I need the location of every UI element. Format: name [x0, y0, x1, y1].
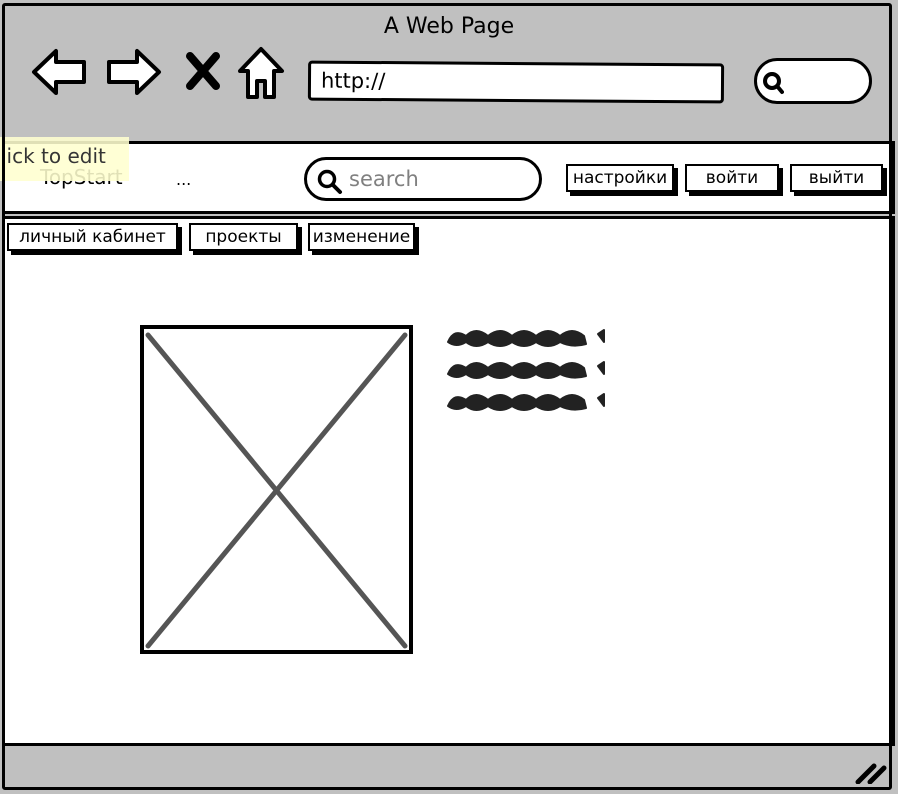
tab-changes[interactable]: изменение [308, 223, 415, 251]
settings-button[interactable]: настройки [566, 164, 674, 192]
close-icon[interactable] [186, 52, 220, 90]
tab-personal-account[interactable]: личный кабинет [7, 223, 178, 251]
browser-window: A Web Page http:// TopStart ... search [0, 0, 898, 794]
home-icon[interactable] [236, 45, 286, 101]
status-bar [5, 746, 891, 788]
search-placeholder: search [349, 167, 419, 191]
tab-projects[interactable]: проекты [189, 223, 298, 251]
search-icon [317, 169, 342, 194]
url-input[interactable]: http:// [307, 60, 725, 104]
placeholder-text-block [447, 329, 605, 411]
window-title: A Web Page [383, 14, 515, 39]
browser-search-input[interactable] [754, 58, 872, 104]
resize-grip-icon[interactable] [854, 762, 888, 784]
image-placeholder-icon [140, 325, 413, 654]
ellipsis-text: ... [176, 170, 192, 189]
back-arrow-icon[interactable] [30, 46, 88, 98]
search-icon [763, 72, 784, 94]
search-input[interactable]: search [304, 157, 542, 201]
edit-tooltip: Click to edit [0, 137, 129, 181]
main-content [2, 216, 895, 746]
logout-button[interactable]: выйти [790, 164, 883, 192]
login-button[interactable]: войти [685, 164, 779, 192]
url-text: http:// [320, 68, 386, 94]
forward-arrow-icon[interactable] [105, 46, 163, 98]
tooltip-text: Click to edit [0, 144, 106, 168]
